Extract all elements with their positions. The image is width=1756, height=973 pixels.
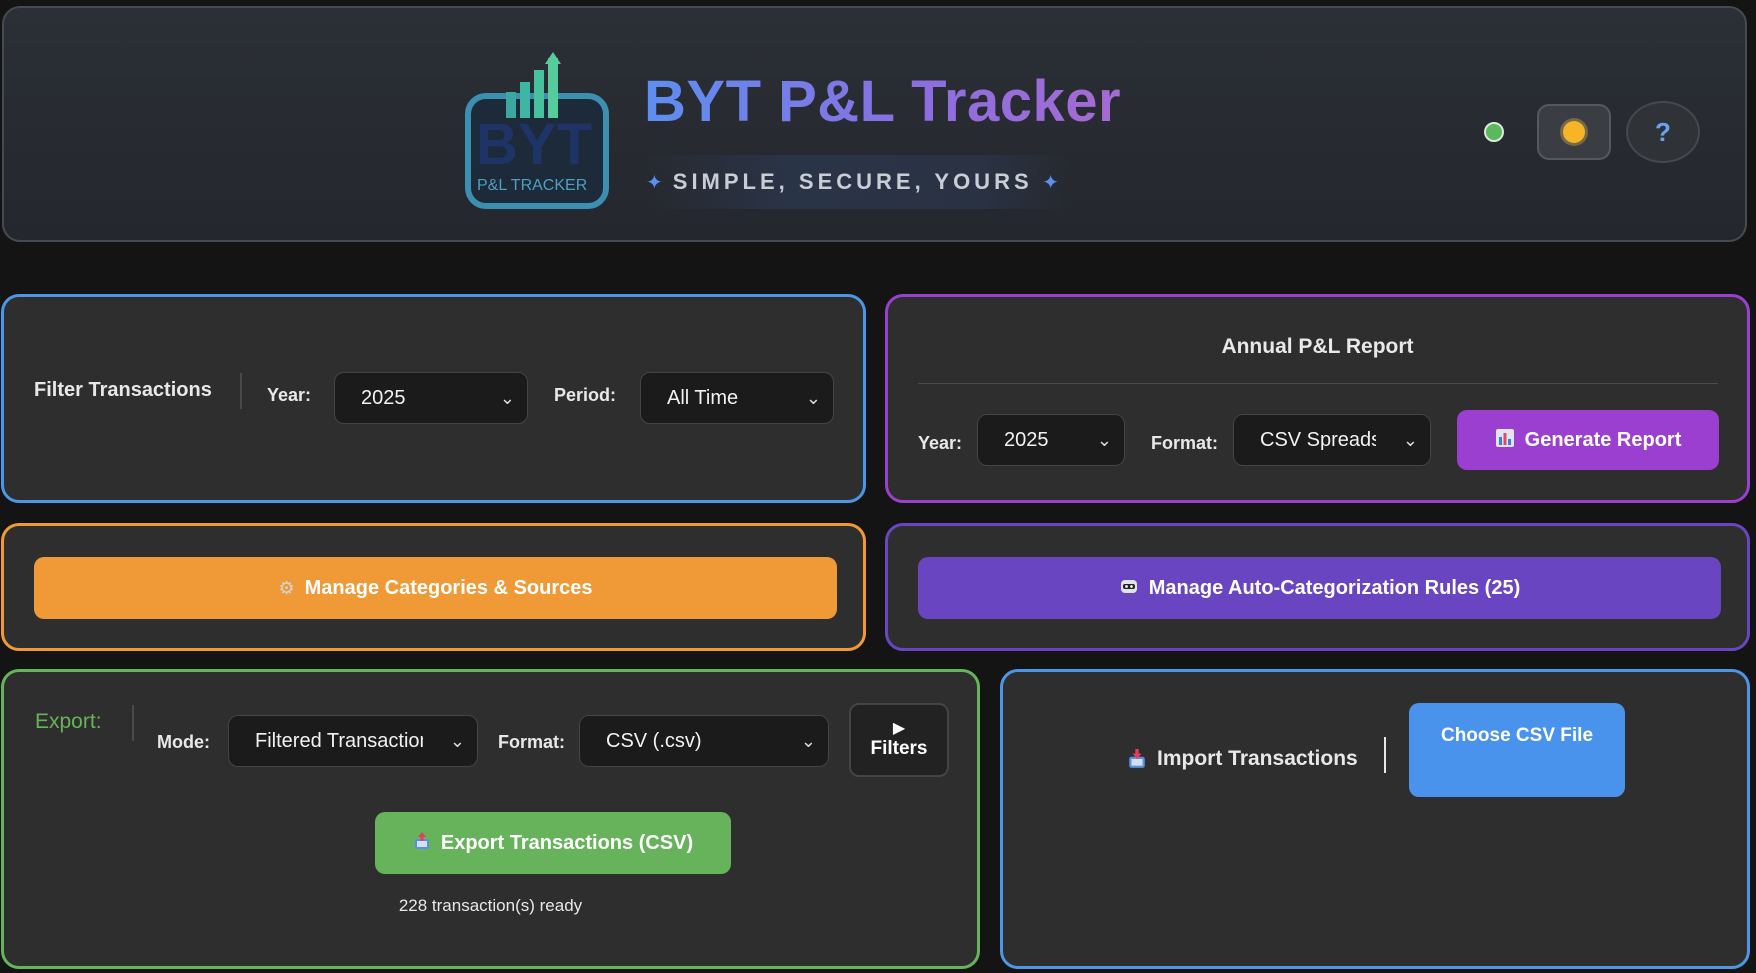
- period-label: Period:: [554, 385, 617, 405]
- tagline: ✦ SIMPLE, SECURE, YOURS ✦: [644, 155, 1069, 209]
- chart-icon: [1495, 428, 1515, 453]
- import-card: Import Transactions Choose CSV File: [1000, 669, 1750, 969]
- format-label: Format:: [1151, 433, 1218, 453]
- generate-report-button[interactable]: Generate Report: [1457, 410, 1719, 470]
- year-label: Year:: [267, 385, 312, 405]
- annual-report-card: Annual P&L Report Year: 2025 ⌄ Format: C…: [885, 294, 1750, 503]
- annual-year-value: 2025: [1004, 428, 1049, 451]
- export-mode-select[interactable]: Filtered Transaction ⌄: [228, 715, 478, 767]
- import-title: Import Transactions: [1157, 747, 1358, 770]
- manage-rules-label: Manage Auto-Categorization Rules (25): [1148, 576, 1521, 599]
- categories-card: ⚙ Manage Categories & Sources: [1, 523, 866, 651]
- chevron-down-icon: ⌄: [1402, 430, 1418, 450]
- filter-year-select[interactable]: 2025 ⌄: [334, 372, 528, 424]
- filter-year-value: 2025: [361, 386, 406, 409]
- annual-format-value: CSV Spreadsl: [1260, 428, 1376, 451]
- format-label: Format:: [498, 732, 565, 752]
- tagline-text: SIMPLE, SECURE, YOURS: [672, 169, 1033, 194]
- svg-text:P&L TRACKER: P&L TRACKER: [477, 177, 587, 194]
- export-format-select[interactable]: CSV (.csv) ⌄: [579, 715, 829, 767]
- export-transactions-button[interactable]: Export Transactions (CSV): [375, 812, 731, 874]
- robot-icon: [1119, 576, 1139, 601]
- sparkle-icon: ✦: [1042, 171, 1059, 194]
- manage-rules-button[interactable]: Manage Auto-Categorization Rules (25): [918, 557, 1721, 619]
- divider: [918, 383, 1718, 384]
- generate-report-label: Generate Report: [1524, 428, 1682, 451]
- connection-status-indicator: [1484, 122, 1504, 142]
- gear-icon: ⚙: [278, 577, 295, 598]
- divider: [240, 373, 242, 409]
- chevron-down-icon: ⌄: [805, 388, 821, 408]
- annual-format-select[interactable]: CSV Spreadsl ⌄: [1233, 414, 1431, 466]
- export-title: Export:: [35, 710, 102, 733]
- chevron-down-icon: ⌄: [449, 731, 465, 751]
- svg-text:BYT: BYT: [476, 112, 592, 177]
- app-logo: BYT P&L TRACKER: [465, 52, 609, 209]
- filter-transactions-card: Filter Transactions Year: 2025 ⌄ Period:…: [1, 294, 866, 503]
- filters-label: Filters: [870, 738, 928, 759]
- chevron-down-icon: ⌄: [1096, 430, 1112, 450]
- choose-csv-file-button[interactable]: Choose CSV File: [1409, 703, 1625, 797]
- mode-label: Mode:: [157, 732, 210, 752]
- chevron-down-icon: ⌄: [800, 731, 816, 751]
- year-label: Year:: [918, 433, 963, 453]
- import-title-group: Import Transactions: [1127, 747, 1358, 771]
- filter-period-value: All Time: [667, 386, 739, 409]
- manage-categories-button[interactable]: ⚙ Manage Categories & Sources: [34, 557, 837, 619]
- filter-period-select[interactable]: All Time ⌄: [640, 372, 834, 424]
- export-card: Export: Mode: Filtered Transaction ⌄ For…: [1, 669, 980, 969]
- filters-toggle-button[interactable]: ▶ Filters: [849, 703, 949, 777]
- chevron-down-icon: ⌄: [499, 388, 515, 408]
- annual-report-title: Annual P&L Report: [1221, 335, 1414, 358]
- export-mode-value: Filtered Transaction: [255, 729, 423, 752]
- inbox-icon: [1127, 749, 1147, 769]
- annual-year-select[interactable]: 2025 ⌄: [977, 414, 1125, 466]
- rules-card: Manage Auto-Categorization Rules (25): [885, 523, 1750, 651]
- app-header: BYT P&L TRACKER BYT P&L Tracker ✦ SIMPLE…: [2, 6, 1747, 242]
- sun-icon: [1563, 121, 1585, 143]
- choose-csv-file-label: Choose CSV File: [1440, 725, 1594, 746]
- manage-categories-label: Manage Categories & Sources: [304, 576, 593, 599]
- export-transactions-label: Export Transactions (CSV): [440, 831, 694, 854]
- divider: [132, 705, 134, 741]
- outbox-icon: [413, 831, 431, 855]
- play-arrow-icon: ▶: [892, 720, 906, 737]
- export-ready-count: 228 transaction(s) ready: [398, 896, 583, 915]
- sparkle-icon: ✦: [646, 171, 663, 194]
- app-title: BYT P&L Tracker: [644, 69, 1122, 134]
- help-button[interactable]: ?: [1626, 101, 1700, 163]
- theme-toggle-button[interactable]: [1537, 104, 1611, 160]
- filter-title: Filter Transactions: [34, 379, 212, 401]
- divider: [1384, 737, 1386, 773]
- export-format-value: CSV (.csv): [606, 729, 702, 752]
